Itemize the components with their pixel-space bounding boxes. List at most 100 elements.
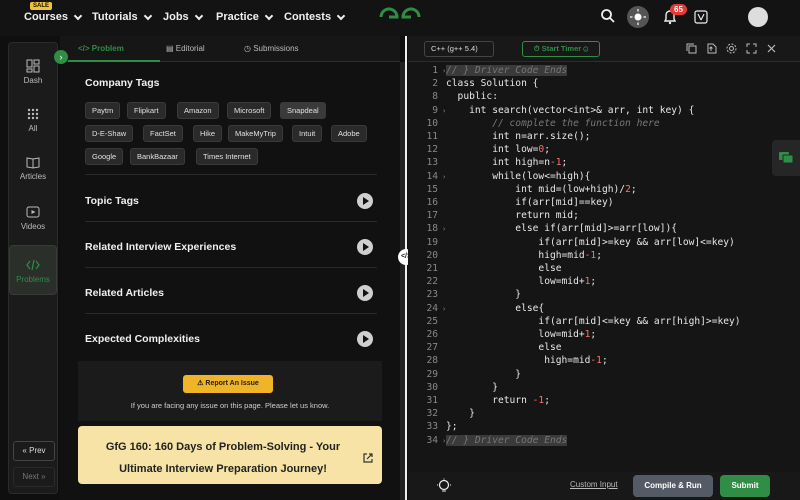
code-line[interactable]: }	[446, 408, 475, 419]
company-tag[interactable]: D-E-Shaw	[85, 125, 134, 142]
code-line[interactable]: }	[446, 382, 498, 393]
code-line[interactable]: // } Driver Code Ends	[446, 434, 568, 446]
company-tag[interactable]: Paytm	[85, 102, 121, 119]
settings-icon[interactable]	[726, 43, 737, 54]
code-line[interactable]: int n=arr.size();	[446, 131, 590, 142]
rail-item-problems[interactable]: Problems	[9, 245, 57, 295]
split-divider[interactable]	[405, 36, 407, 500]
code-line[interactable]: high=mid-1;	[446, 250, 602, 261]
code-line[interactable]: // } Driver Code Ends	[446, 65, 568, 76]
expand-related-articles-icon[interactable]	[357, 285, 373, 301]
code-line[interactable]: while(low<=high){	[446, 171, 590, 182]
nav-jobs[interactable]: Jobs	[163, 11, 203, 23]
avatar[interactable]	[748, 7, 768, 27]
chevron-down-icon	[73, 11, 83, 20]
external-link-icon[interactable]	[362, 452, 374, 464]
code-line[interactable]: }	[446, 289, 521, 300]
line-number: 31	[426, 395, 438, 406]
code-line[interactable]: high=mid-1;	[446, 355, 608, 366]
code-line[interactable]: low=mid+1;	[446, 329, 596, 340]
nav-tutorials[interactable]: Tutorials	[92, 11, 152, 23]
language-select[interactable]: C++ (g++ 5.4)	[424, 41, 494, 57]
left-rail: Dash All Articles Videos Problems « Prev…	[8, 42, 58, 494]
company-tag[interactable]: Hike	[193, 125, 223, 142]
code-line[interactable]: public:	[446, 91, 498, 102]
dashboard-icon	[26, 59, 40, 73]
code-line[interactable]: return -1;	[446, 395, 550, 406]
company-tag[interactable]: Snapdeal	[280, 102, 326, 119]
line-number: 33	[426, 421, 438, 433]
expand-panel-button[interactable]: ›	[54, 50, 68, 64]
company-tag[interactable]: Adobe	[331, 125, 367, 142]
code-line[interactable]: if(arr[mid]>=key && arr[low]<=key)	[446, 237, 734, 248]
expand-interview-experiences-icon[interactable]	[357, 239, 373, 255]
upload-file-icon[interactable]	[706, 43, 717, 54]
code-line[interactable]: };	[446, 421, 458, 432]
code-line[interactable]: int high=n-1;	[446, 157, 567, 168]
code-line[interactable]: int search(vector<int>& arr, int key) {	[446, 105, 694, 116]
prev-button[interactable]: « Prev	[13, 441, 55, 461]
book-icon	[26, 157, 40, 169]
code-line[interactable]: else if(arr[mid]>=arr[low]){	[446, 223, 677, 234]
line-number: 34	[426, 434, 438, 446]
company-tag[interactable]: Flipkart	[127, 102, 166, 119]
expand-topic-tags-icon[interactable]	[357, 193, 373, 209]
nav-contests[interactable]: Contests	[284, 11, 346, 23]
code-line[interactable]: if(arr[mid]==key)	[446, 197, 613, 208]
code-area[interactable]: 1 ›// } Driver Code Ends 2 class Solution {…	[408, 63, 800, 473]
rail-item-videos[interactable]: Videos	[9, 205, 57, 231]
expected-complexities-title[interactable]: Expected Complexities	[85, 333, 200, 345]
code-line[interactable]: return mid;	[446, 210, 579, 221]
company-tag[interactable]: Times Internet	[196, 148, 258, 165]
report-issue-button[interactable]: ⚠ Report An Issue	[183, 375, 273, 393]
company-tag[interactable]: MakeMyTrip	[228, 125, 283, 142]
close-icon[interactable]	[766, 43, 777, 54]
code-line[interactable]: class Solution {	[446, 78, 538, 89]
company-tag[interactable]: Google	[85, 148, 124, 165]
company-tag[interactable]: Microsoft	[227, 102, 272, 119]
search-icon[interactable]	[600, 8, 616, 24]
code-line[interactable]: else{	[446, 303, 544, 314]
chevron-right-icon: ›	[59, 52, 63, 62]
code-line[interactable]: int low=0;	[446, 144, 550, 155]
tab-submissions[interactable]: ◷ Submissions	[244, 44, 299, 53]
start-timer-button[interactable]: ⏱ Start Timer ⊙	[522, 41, 600, 57]
nav-practice[interactable]: Practice	[216, 11, 274, 23]
company-tag[interactable]: Intuit	[292, 125, 323, 142]
translate-icon[interactable]	[694, 10, 708, 24]
expand-expected-complexities-icon[interactable]	[357, 331, 373, 347]
code-line[interactable]: else	[446, 263, 561, 274]
related-articles-title[interactable]: Related Articles	[85, 287, 164, 299]
theme-toggle-button[interactable]	[627, 6, 649, 28]
company-tag[interactable]: FactSet	[143, 125, 183, 142]
nav-courses[interactable]: Courses	[24, 11, 83, 23]
chevron-down-icon	[336, 11, 346, 20]
chat-button[interactable]	[772, 140, 800, 176]
next-button[interactable]: Next »	[13, 467, 55, 487]
copy-icon[interactable]	[686, 43, 697, 54]
code-line[interactable]: else	[446, 342, 561, 353]
rail-item-articles[interactable]: Articles	[9, 155, 57, 181]
compile-run-button[interactable]: Compile & Run	[633, 475, 713, 497]
lightbulb-icon[interactable]	[436, 478, 452, 494]
promo-banner[interactable]: GfG 160: 160 Days of Problem-Solving - Y…	[78, 426, 382, 484]
code-line[interactable]: }	[446, 369, 521, 380]
company-tag[interactable]: BankBazaar	[130, 148, 185, 165]
tab-problem[interactable]: </> Problem	[78, 44, 124, 53]
line-number: 14	[426, 170, 438, 182]
custom-input-link[interactable]: Custom Input	[570, 480, 618, 489]
rail-item-dash[interactable]: Dash	[9, 59, 57, 85]
code-line[interactable]: // complete the function here	[446, 118, 660, 129]
fullscreen-icon[interactable]	[746, 43, 757, 54]
code-line[interactable]: int mid=(low+high)/2;	[446, 184, 636, 195]
code-line[interactable]: low=mid+1;	[446, 276, 596, 287]
company-tag[interactable]: Amazon	[177, 102, 219, 119]
rail-item-all[interactable]: All	[9, 107, 57, 133]
gfg-logo-icon[interactable]	[378, 6, 422, 28]
code-line[interactable]: if(arr[mid]<=key && arr[high]>=key)	[446, 316, 740, 327]
line-number: 28	[426, 355, 438, 367]
topic-tags-title[interactable]: Topic Tags	[85, 195, 139, 207]
submit-button[interactable]: Submit	[720, 475, 770, 497]
tab-editorial[interactable]: ▤ Editorial	[166, 44, 205, 53]
interview-experiences-title[interactable]: Related Interview Experiences	[85, 241, 236, 253]
